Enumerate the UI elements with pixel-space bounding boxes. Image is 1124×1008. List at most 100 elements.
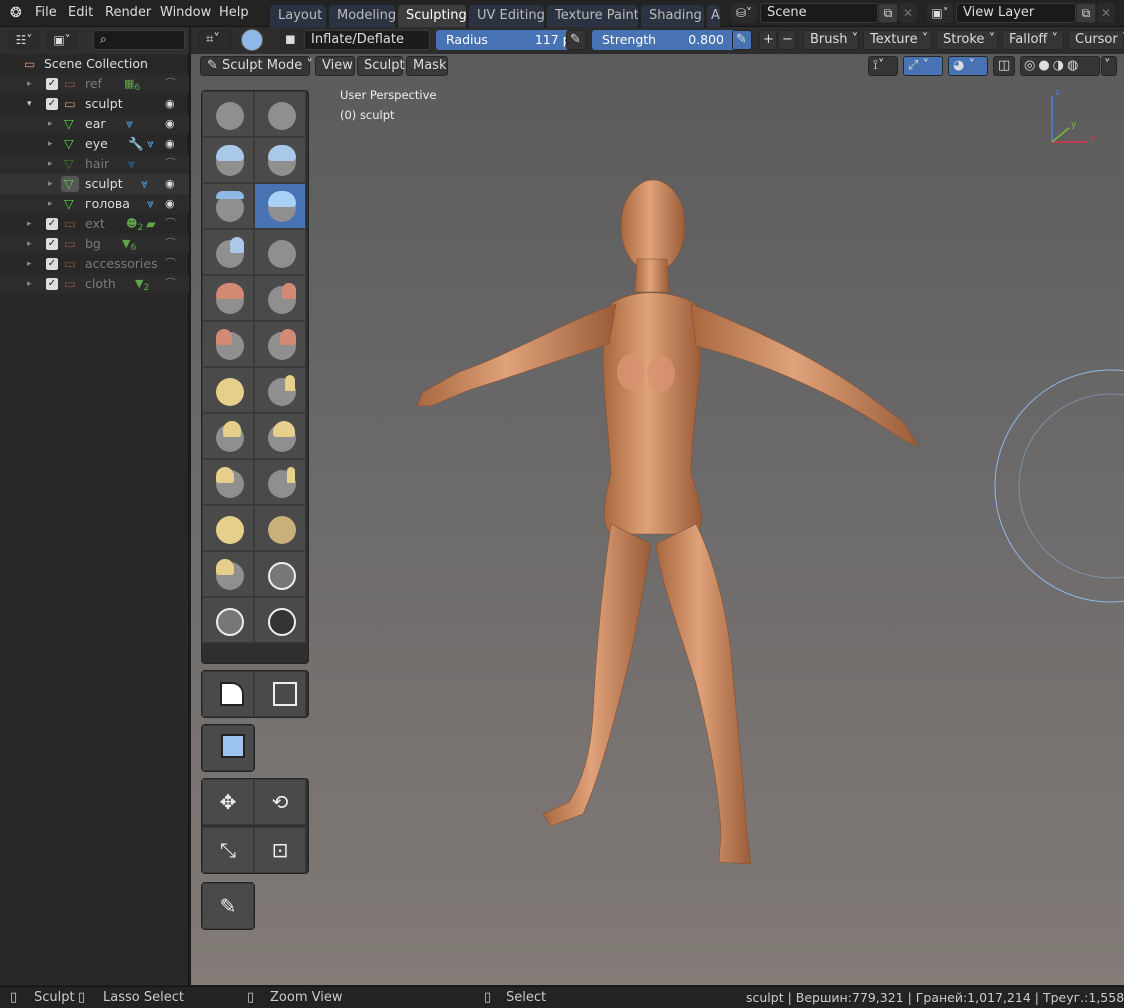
strength-pressure-icon[interactable]: ✎: [732, 30, 752, 50]
box-mask-tool[interactable]: [202, 671, 254, 717]
shading-mode-icons[interactable]: ◎●◑◍: [1020, 56, 1100, 76]
crease-tool[interactable]: [254, 229, 306, 275]
cursor-menu[interactable]: Cursor ˅: [1068, 30, 1124, 50]
simplify-tool[interactable]: [254, 551, 306, 597]
scene-name-field[interactable]: Scene: [760, 3, 878, 23]
outliner-row[interactable]: ▸ ✓ ▭ ext ☻2 ▰ ⌒: [0, 214, 189, 234]
radius-pressure-icon[interactable]: ✎: [566, 30, 586, 50]
delete-view-layer-icon[interactable]: ✕: [1097, 3, 1115, 23]
brush-data-icon[interactable]: ◼: [280, 30, 302, 50]
exclude-checkbox[interactable]: ✓: [46, 278, 58, 290]
gizmo-z-label[interactable]: z: [1055, 88, 1060, 98]
expand-arrow-icon[interactable]: ▸: [48, 134, 53, 154]
expand-arrow-icon[interactable]: ▸: [48, 174, 53, 194]
transform-tool[interactable]: ⊡: [254, 827, 306, 873]
menu-render[interactable]: Render: [105, 5, 151, 20]
editor-type-icon[interactable]: ☷˅: [8, 30, 40, 50]
scene-collection-row[interactable]: ▭ Scene Collection: [0, 54, 189, 74]
move-tool[interactable]: ✥: [202, 779, 254, 825]
boundary-tool[interactable]: [254, 505, 306, 551]
collapse-arrow-icon[interactable]: ▾: [27, 94, 32, 114]
3d-viewport[interactable]: User Perspective (0) sculpt z y x: [191, 54, 1124, 985]
visible-eye-icon[interactable]: ◉: [165, 174, 175, 194]
draw-tool[interactable]: [202, 91, 254, 137]
tab-animation[interactable]: A: [707, 5, 720, 27]
outliner-row[interactable]: ▸ ✓ ▭ cloth ▼2 ⌒: [0, 274, 189, 294]
outliner-row[interactable]: ▾ ✓ ▭ sculpt ◉: [0, 94, 189, 114]
outliner-row[interactable]: ▸ ▽ голова ⩔ ◉: [0, 194, 189, 214]
xray-toggle-icon[interactable]: ◫: [993, 56, 1015, 76]
menu-mask[interactable]: Mask: [406, 56, 448, 76]
expand-arrow-icon[interactable]: ▸: [27, 234, 32, 254]
hidden-eye-icon[interactable]: ⌒: [165, 274, 176, 294]
tab-layout[interactable]: Layout: [270, 5, 326, 27]
mode-selector[interactable]: ✎ Sculpt Mode ˅: [200, 56, 313, 76]
tab-uv-editing[interactable]: UV Editing: [469, 5, 544, 27]
strength-slider[interactable]: Strength 0.800: [592, 30, 750, 50]
mask-tool[interactable]: [202, 597, 254, 643]
gizmo-x-label[interactable]: x: [1090, 134, 1095, 144]
expand-arrow-icon[interactable]: ▸: [48, 114, 53, 134]
inflate-tool[interactable]: [254, 183, 306, 229]
exclude-checkbox[interactable]: ✓: [46, 258, 58, 270]
tab-texture-paint[interactable]: Texture Paint: [547, 5, 638, 27]
shading-options-icon[interactable]: ˅: [1101, 56, 1117, 76]
outliner-row[interactable]: ▸ ▽ eye 🔧 ⩔ ◉: [0, 134, 189, 154]
new-view-layer-icon[interactable]: ⧉: [1076, 3, 1096, 23]
outliner-row[interactable]: ▸ ▽ hair ⩔ ⌒: [0, 154, 189, 174]
direction-subtract-button[interactable]: −: [778, 30, 796, 50]
visible-eye-icon[interactable]: ◉: [165, 94, 175, 114]
hidden-eye-icon[interactable]: ⌒: [165, 214, 176, 234]
hidden-eye-icon[interactable]: ⌒: [165, 154, 176, 174]
outliner-row[interactable]: ▸ ✓ ▭ accessories ⌒: [0, 254, 189, 274]
snake-hook-tool[interactable]: [202, 413, 254, 459]
brush-preview-icon[interactable]: [241, 29, 263, 51]
transform-orientation-icon[interactable]: ⤢ ˅: [903, 56, 943, 76]
falloff-menu[interactable]: Falloff ˅: [1002, 30, 1064, 50]
rotate-transform-tool[interactable]: ⟲: [254, 779, 306, 825]
scene-selector-icon[interactable]: ⛁˅: [731, 3, 757, 23]
box-face-set-tool[interactable]: [202, 725, 254, 771]
texture-menu[interactable]: Texture ˅: [863, 30, 932, 50]
hidden-eye-icon[interactable]: ⌒: [165, 234, 176, 254]
delete-scene-icon[interactable]: ✕: [899, 3, 917, 23]
scale-tool[interactable]: ⤡: [202, 827, 254, 873]
flatten-tool[interactable]: [254, 275, 306, 321]
expand-arrow-icon[interactable]: ▸: [48, 194, 53, 214]
view-layer-selector-icon[interactable]: ▣˅: [927, 3, 953, 23]
menu-help[interactable]: Help: [219, 5, 249, 20]
radius-slider[interactable]: Radius 117 px: [436, 30, 586, 50]
hidden-eye-icon[interactable]: ⌒: [165, 254, 176, 274]
draw-sharp-tool[interactable]: [254, 91, 306, 137]
expand-arrow-icon[interactable]: ▸: [27, 214, 32, 234]
exclude-checkbox[interactable]: ✓: [46, 98, 58, 110]
tab-sculpting[interactable]: Sculpting: [398, 5, 466, 27]
menu-file[interactable]: File: [35, 5, 57, 20]
draw-face-sets-tool[interactable]: [254, 597, 306, 643]
layer-tool[interactable]: [202, 183, 254, 229]
menu-view[interactable]: View: [315, 56, 355, 76]
brush-name-field[interactable]: Inflate/Deflate: [304, 30, 430, 50]
smooth-tool[interactable]: [202, 275, 254, 321]
exclude-checkbox[interactable]: ✓: [46, 78, 58, 90]
annotate-tool[interactable]: ✎: [202, 883, 254, 929]
tab-shading[interactable]: Shading: [641, 5, 704, 27]
outliner-row[interactable]: ▸ ✓ ▭ ref ▦6 ⌒: [0, 74, 189, 94]
overlays-toggle-icon[interactable]: ◕ ˅: [948, 56, 988, 76]
rotate-tool[interactable]: [254, 459, 306, 505]
visible-eye-icon[interactable]: ◉: [165, 194, 175, 214]
display-mode-icon[interactable]: ▣˅: [46, 30, 78, 50]
editor-type-icon[interactable]: ⌗˅: [199, 30, 231, 50]
expand-arrow-icon[interactable]: ▸: [27, 74, 32, 94]
cloth-tool[interactable]: [202, 551, 254, 597]
blender-logo-icon[interactable]: ❂: [10, 5, 22, 21]
clay-strips-tool[interactable]: [254, 137, 306, 183]
blob-tool[interactable]: [202, 229, 254, 275]
outliner-row[interactable]: ▸ ▽ ear ⩔ ◉: [0, 114, 189, 134]
exclude-checkbox[interactable]: ✓: [46, 238, 58, 250]
stroke-menu[interactable]: Stroke ˅: [936, 30, 998, 50]
pinch-tool[interactable]: [202, 367, 254, 413]
box-hide-tool[interactable]: [254, 671, 306, 717]
visible-eye-icon[interactable]: ◉: [165, 114, 175, 134]
menu-sculpt[interactable]: Sculpt: [357, 56, 405, 76]
